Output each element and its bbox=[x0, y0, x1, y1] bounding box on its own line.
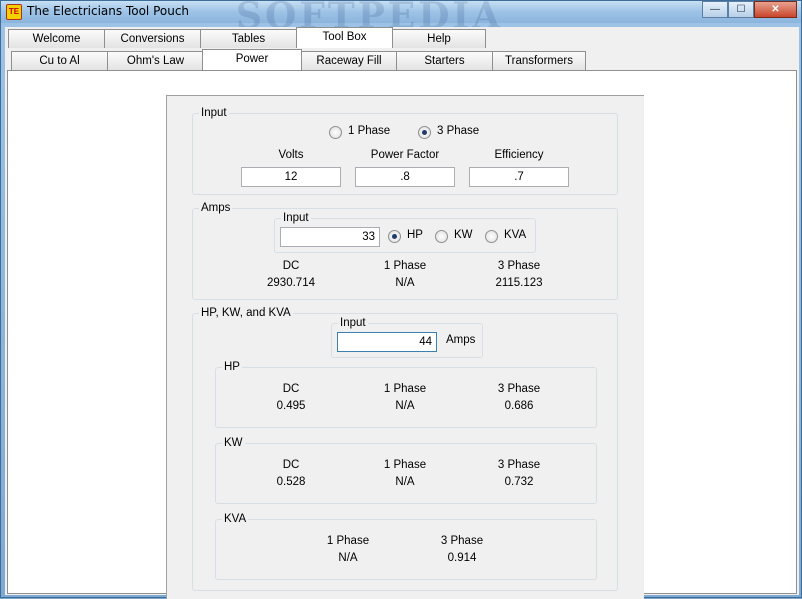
kva-1-phase-label: 1 Phase bbox=[326, 535, 370, 547]
tab-power[interactable]: Power bbox=[202, 49, 302, 70]
tab-conversions[interactable]: Conversions bbox=[104, 29, 201, 48]
title-bar[interactable]: TE The Electricians Tool Pouch SOFTPEDIA… bbox=[1, 0, 801, 37]
efficiency-input[interactable]: .7 bbox=[469, 167, 569, 187]
hp-1-phase-label: 1 Phase bbox=[383, 383, 427, 395]
radio-kw[interactable] bbox=[435, 230, 448, 243]
hp-3-phase-value: 0.686 bbox=[504, 400, 534, 412]
power-amps-input[interactable]: 44 bbox=[337, 332, 437, 352]
amps-3-phase-value: 2115.123 bbox=[495, 277, 543, 289]
power-panel: Input 1 Phase 3 Phase Volts 12 Power Fac… bbox=[166, 95, 644, 599]
input-group: Input 1 Phase 3 Phase Volts 12 Power Fac… bbox=[192, 107, 618, 195]
hp-results-label: HP bbox=[222, 361, 242, 374]
hp-kw-kva-group: HP, KW, and KVA Input 44 Amps HP DC 0.49… bbox=[192, 307, 618, 591]
tab-ohms-law[interactable]: Ohm's Law bbox=[107, 51, 204, 70]
kw-3-phase-label: 3 Phase bbox=[497, 459, 541, 471]
power-input-label: Input bbox=[338, 317, 368, 330]
radio-kw-label[interactable]: KW bbox=[454, 229, 473, 241]
hp-1-phase-value: N/A bbox=[395, 400, 415, 412]
kw-results-group: KW DC 0.528 1 Phase N/A 3 Phase 0.732 bbox=[215, 437, 597, 504]
amps-input-group: Input 33 HP KW KVA bbox=[274, 212, 536, 253]
radio-hp[interactable] bbox=[388, 230, 401, 243]
amps-dc-value: 2930.714 bbox=[267, 277, 315, 289]
amps-dc-label: DC bbox=[282, 260, 300, 272]
tab-raceway-fill[interactable]: Raceway Fill bbox=[301, 51, 397, 70]
minimize-button[interactable]: — bbox=[702, 1, 728, 18]
amps-input[interactable]: 33 bbox=[280, 227, 380, 247]
kw-dc-label: DC bbox=[282, 459, 300, 471]
kva-1-phase-value: N/A bbox=[338, 552, 358, 564]
radio-1-phase-label[interactable]: 1 Phase bbox=[348, 125, 390, 137]
tab-transformers[interactable]: Transformers bbox=[492, 51, 586, 70]
hp-dc-value: 0.495 bbox=[276, 400, 306, 412]
radio-3-phase[interactable] bbox=[418, 126, 431, 139]
close-button[interactable]: ✕ bbox=[754, 1, 797, 18]
input-group-label: Input bbox=[199, 107, 229, 120]
power-tab-page: Input 1 Phase 3 Phase Volts 12 Power Fac… bbox=[7, 70, 797, 599]
amps-group-label: Amps bbox=[199, 202, 233, 215]
tab-cu-to-al[interactable]: Cu to Al bbox=[11, 51, 108, 70]
hp-3-phase-label: 3 Phase bbox=[497, 383, 541, 395]
hp-results-group: HP DC 0.495 1 Phase N/A 3 Phase 0.686 bbox=[215, 361, 597, 428]
kva-3-phase-label: 3 Phase bbox=[440, 535, 484, 547]
app-logo-icon[interactable]: TE bbox=[6, 4, 22, 20]
maximize-button[interactable]: ☐ bbox=[728, 1, 754, 18]
amps-input-label: Input bbox=[281, 212, 311, 225]
tab-starters[interactable]: Starters bbox=[396, 51, 493, 70]
tab-help[interactable]: Help bbox=[392, 29, 486, 48]
volts-input[interactable]: 12 bbox=[241, 167, 341, 187]
kw-dc-value: 0.528 bbox=[276, 476, 306, 488]
app-window: TE The Electricians Tool Pouch SOFTPEDIA… bbox=[0, 0, 802, 599]
kva-3-phase-value: 0.914 bbox=[447, 552, 477, 564]
amps-3-phase-label: 3 Phase bbox=[497, 260, 541, 272]
kw-results-label: KW bbox=[222, 437, 245, 450]
tab-tool-box[interactable]: Tool Box bbox=[296, 27, 393, 48]
radio-kva-label[interactable]: KVA bbox=[504, 229, 526, 241]
kw-1-phase-value: N/A bbox=[395, 476, 415, 488]
kva-results-group: KVA 1 Phase N/A 3 Phase 0.914 bbox=[215, 513, 597, 580]
power-amps-unit: Amps bbox=[446, 334, 476, 346]
tab-tables[interactable]: Tables bbox=[200, 29, 297, 48]
window-title: The Electricians Tool Pouch bbox=[27, 4, 190, 18]
hp-kw-kva-group-label: HP, KW, and KVA bbox=[199, 307, 293, 320]
radio-kva[interactable] bbox=[485, 230, 498, 243]
radio-3-phase-label[interactable]: 3 Phase bbox=[437, 125, 479, 137]
hp-dc-label: DC bbox=[282, 383, 300, 395]
amps-1-phase-value: N/A bbox=[395, 277, 415, 289]
kw-3-phase-value: 0.732 bbox=[504, 476, 534, 488]
power-factor-label: Power Factor bbox=[370, 149, 440, 161]
kva-results-label: KVA bbox=[222, 513, 249, 526]
client-area: Welcome Conversions Tables Tool Box Help… bbox=[5, 27, 799, 599]
amps-group: Amps Input 33 HP KW KVA DC 2930.714 1 Ph… bbox=[192, 202, 618, 300]
amps-1-phase-label: 1 Phase bbox=[383, 260, 427, 272]
power-factor-input[interactable]: .8 bbox=[355, 167, 455, 187]
radio-hp-label[interactable]: HP bbox=[407, 229, 423, 241]
radio-1-phase[interactable] bbox=[329, 126, 342, 139]
kw-1-phase-label: 1 Phase bbox=[383, 459, 427, 471]
tab-welcome[interactable]: Welcome bbox=[8, 29, 105, 48]
efficiency-label: Efficiency bbox=[494, 149, 544, 161]
volts-label: Volts bbox=[278, 149, 304, 161]
power-input-group: Input 44 Amps bbox=[331, 317, 483, 358]
